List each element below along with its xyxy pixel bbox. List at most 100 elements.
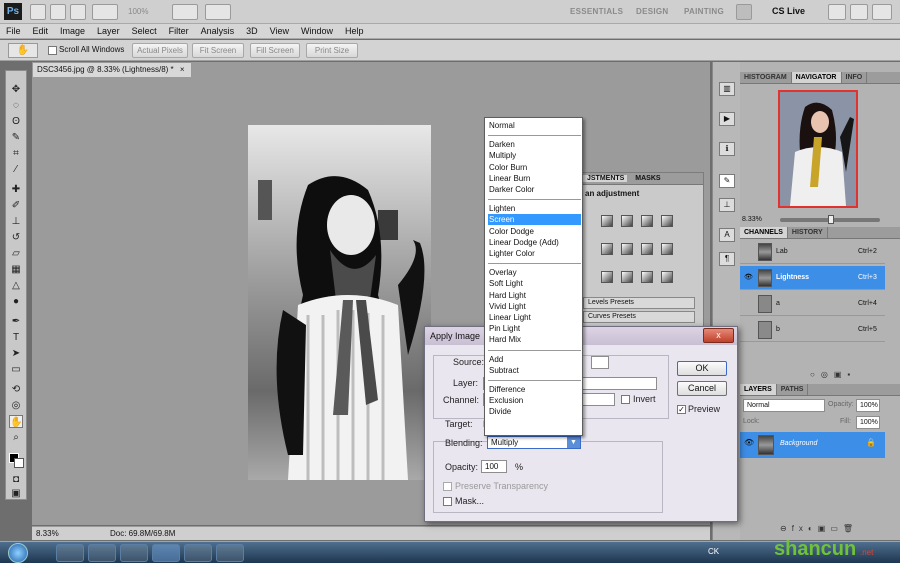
terminal-task-icon[interactable] <box>88 544 116 562</box>
minibridge-icon[interactable] <box>50 4 66 20</box>
menu-view[interactable]: View <box>264 26 295 36</box>
menu-3d[interactable]: 3D <box>240 26 264 36</box>
blend-option[interactable]: Soft Light <box>488 278 581 289</box>
selective-color-icon[interactable] <box>661 271 673 283</box>
eye-icon[interactable]: 👁 <box>744 438 754 447</box>
menu-layer[interactable]: Layer <box>91 26 126 36</box>
eyedropper-tool-icon[interactable]: ⁄ <box>9 163 23 176</box>
info-panel-icon[interactable]: ℹ <box>719 142 735 156</box>
path-selection-tool-icon[interactable]: ➤ <box>9 347 23 360</box>
workspace-design[interactable]: DESIGN <box>636 7 668 16</box>
blend-option[interactable]: Divide <box>488 406 581 417</box>
blur-tool-icon[interactable]: △ <box>9 279 23 292</box>
fill-screen-button[interactable]: Fill Screen <box>250 43 300 58</box>
workspace-essentials[interactable]: ESSENTIALS <box>570 7 623 16</box>
screen-mode-dropdown[interactable] <box>205 4 231 20</box>
histogram-panel-icon[interactable]: ▥ <box>719 82 735 96</box>
print-size-button[interactable]: Print Size <box>306 43 358 58</box>
media-task-icon[interactable] <box>120 544 148 562</box>
3d-rotate-tool-icon[interactable]: ⟲ <box>9 383 23 396</box>
tab-info[interactable]: INFO <box>842 72 868 83</box>
cs-live-menu[interactable]: CS Live <box>772 6 805 16</box>
balance-icon[interactable] <box>621 243 633 255</box>
blend-option[interactable]: Screen <box>488 214 581 226</box>
blend-option[interactable]: Darken <box>488 139 581 150</box>
quick-selection-tool-icon[interactable]: ✎ <box>9 131 23 144</box>
start-button[interactable] <box>8 543 28 563</box>
eye-icon[interactable]: 👁 <box>744 266 753 290</box>
blend-option[interactable]: Multiply <box>488 150 581 161</box>
dodge-tool-icon[interactable]: ● <box>9 295 23 308</box>
blend-option[interactable]: Subtract <box>488 365 581 376</box>
mask-checkbox[interactable] <box>443 497 452 506</box>
channel-row-lightness[interactable]: 👁 Lightness Ctrl+3 <box>740 266 885 290</box>
arrange-documents-dropdown[interactable] <box>172 4 198 20</box>
photoshop-task-icon[interactable] <box>152 544 180 562</box>
menu-image[interactable]: Image <box>54 26 91 36</box>
navigator-zoom[interactable]: 8.33% <box>742 216 762 223</box>
shape-tool-icon[interactable]: ▭ <box>9 363 23 376</box>
gradient-tool-icon[interactable]: ▦ <box>9 263 23 276</box>
view-extras-dropdown[interactable] <box>92 4 118 20</box>
grid-icon[interactable] <box>70 4 86 20</box>
menu-file[interactable]: File <box>0 26 27 36</box>
background-color-swatch[interactable] <box>14 458 24 468</box>
layer-opacity-field[interactable]: 100% <box>856 399 880 412</box>
cancel-button[interactable]: Cancel <box>677 381 727 396</box>
type-tool-icon[interactable]: T <box>9 331 23 344</box>
blend-option[interactable]: Normal <box>488 120 581 131</box>
tab-adjustments[interactable]: JSTMENTS <box>583 175 628 182</box>
preserve-transparency-checkbox[interactable] <box>443 482 452 491</box>
brush-panel-icon[interactable]: ✎ <box>719 174 735 188</box>
threshold-icon[interactable] <box>641 271 653 283</box>
channel-row-a[interactable]: a Ctrl+4 <box>740 292 885 316</box>
levels-presets[interactable]: Levels Presets <box>583 297 695 309</box>
hand-tool-preset-icon[interactable]: ✋ <box>8 43 38 58</box>
menu-help[interactable]: Help <box>339 26 370 36</box>
blend-option[interactable]: Exclusion <box>488 395 581 406</box>
tab-masks[interactable]: MASKS <box>629 175 660 182</box>
invert-icon[interactable] <box>601 271 613 283</box>
marquee-tool-icon[interactable]: ◌ <box>9 99 23 112</box>
blend-option[interactable]: Linear Light <box>488 312 581 323</box>
history-brush-tool-icon[interactable]: ↺ <box>9 231 23 244</box>
document-close-icon[interactable]: × <box>180 65 185 74</box>
crop-tool-icon[interactable]: ⌗ <box>9 147 23 160</box>
blend-option[interactable]: Difference <box>488 384 581 395</box>
posterize-icon[interactable] <box>621 271 633 283</box>
blend-option[interactable]: Overlay <box>488 267 581 278</box>
navigator-preview[interactable] <box>778 90 858 208</box>
channel-row-lab[interactable]: Lab Ctrl+2 <box>740 240 885 264</box>
ok-button[interactable]: OK <box>677 361 727 376</box>
tab-paths[interactable]: PATHS <box>777 384 809 395</box>
layer-fill-field[interactable]: 100% <box>856 416 880 429</box>
app-task-icon[interactable] <box>216 544 244 562</box>
menu-edit[interactable]: Edit <box>27 26 55 36</box>
blend-option[interactable]: Color Dodge <box>488 226 581 237</box>
paragraph-panel-icon[interactable]: ¶ <box>719 252 735 266</box>
screen-mode-icon[interactable]: ▣ <box>9 487 23 500</box>
blend-option[interactable]: Pin Light <box>488 323 581 334</box>
clone-stamp-tool-icon[interactable]: ⊥ <box>9 215 23 228</box>
brightness-icon[interactable] <box>601 215 613 227</box>
tab-navigator[interactable]: NAVIGATOR <box>791 72 842 83</box>
document-tab[interactable]: DSC3456.jpg @ 8.33% (Lightness/8) * × <box>32 62 192 77</box>
curves-presets[interactable]: Curves Presets <box>583 311 695 323</box>
minimize-icon[interactable] <box>828 4 846 20</box>
vibrance-icon[interactable] <box>601 243 613 255</box>
levels-icon[interactable] <box>621 215 633 227</box>
3d-orbit-tool-icon[interactable]: ◎ <box>9 399 23 412</box>
browser-task-icon[interactable] <box>184 544 212 562</box>
bridge-icon[interactable] <box>30 4 46 20</box>
close-icon[interactable] <box>872 4 892 20</box>
fit-screen-button[interactable]: Fit Screen <box>192 43 244 58</box>
channel-panel-buttons[interactable]: ○◎▣▪ <box>810 370 856 379</box>
navigator-slider-thumb[interactable] <box>828 215 834 224</box>
opacity-field[interactable]: 100 <box>481 460 507 473</box>
menu-window[interactable]: Window <box>295 26 339 36</box>
input-language[interactable]: CK <box>708 547 719 556</box>
blend-mode-select[interactable]: Normal <box>743 399 825 412</box>
blend-option[interactable]: Hard Light <box>488 290 581 301</box>
blend-option[interactable]: Add <box>488 354 581 365</box>
layer-row-background[interactable]: 👁 Background 🔒 <box>740 432 885 458</box>
